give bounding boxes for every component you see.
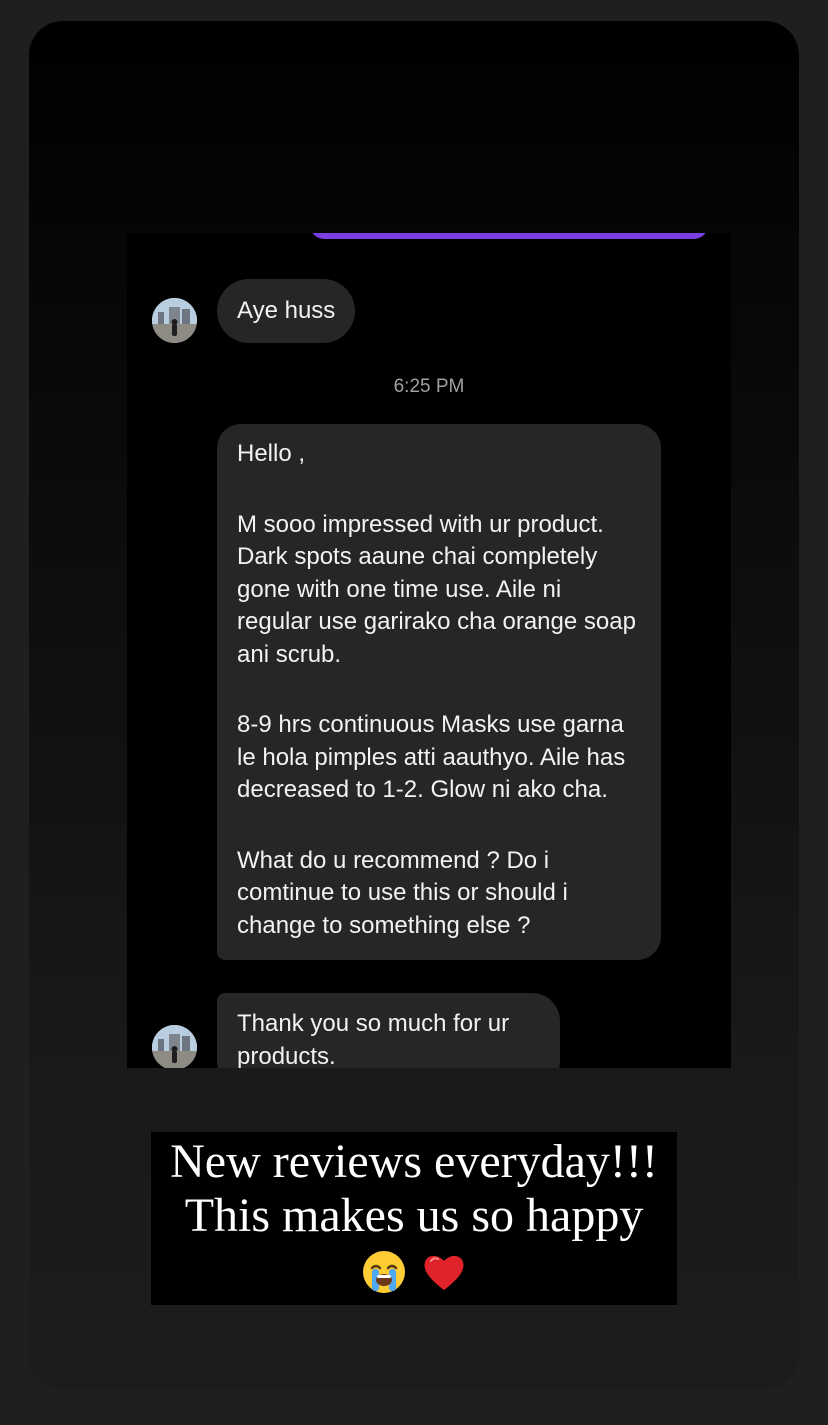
message-timestamp: 6:25 PM: [393, 376, 465, 397]
chat-screenshot: Aye huss 6:25 PM Hello , M sooo impresse…: [127, 233, 731, 1068]
caption-emojis: [151, 1245, 677, 1301]
sender-avatar[interactable]: [152, 1025, 197, 1068]
story-frame: Aye huss 6:25 PM Hello , M sooo impresse…: [29, 21, 799, 1390]
story-caption: New reviews everyday!!! This makes us so…: [151, 1132, 677, 1305]
message-paragraph: M sooo impressed with ur product. Dark s…: [237, 510, 636, 668]
message-paragraph: Hello ,: [237, 440, 306, 467]
message-paragraph: What do u recommend ? Do i comtinue to u…: [237, 846, 568, 939]
avatar-photo-icon: [152, 1025, 197, 1068]
sent-message-bubble-edge: [310, 233, 708, 239]
message-bubble[interactable]: Thank you so much for ur products.: [217, 993, 560, 1068]
message-text: Thank you so much for ur products.: [237, 1010, 510, 1068]
message-bubble[interactable]: Hello , M sooo impressed with ur product…: [217, 424, 661, 960]
sender-avatar[interactable]: [152, 298, 197, 343]
loudly-crying-face-icon: [361, 1249, 407, 1295]
avatar-photo-icon: [152, 298, 197, 343]
message-paragraph: 8-9 hrs continuous Masks use garna le ho…: [237, 711, 626, 803]
caption-line-2: This makes us so happy: [184, 1189, 644, 1242]
caption-line-1: New reviews everyday!!!: [170, 1135, 658, 1188]
message-text: Aye huss: [237, 297, 336, 324]
message-bubble[interactable]: Aye huss: [217, 279, 356, 343]
red-heart-icon: [421, 1249, 467, 1295]
